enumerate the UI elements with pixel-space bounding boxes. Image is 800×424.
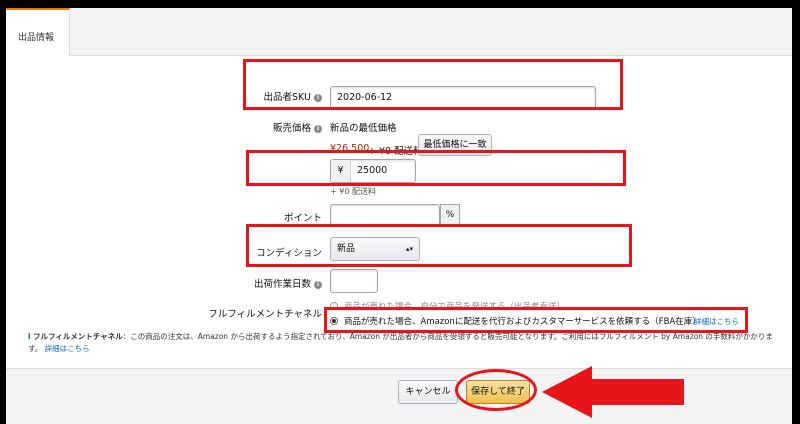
price-label: 販売価格 i	[242, 120, 322, 134]
note-title: フルフィルメントチャネル	[32, 332, 123, 341]
price-shipping-note: + ¥0 配送料	[330, 187, 376, 196]
handling-days-label: 出荷作業日数 i	[230, 276, 322, 290]
note-text: ：この商品の注文は、Amazon から出荷するよう指定されており、Amazon …	[28, 332, 773, 353]
tab-label: 出品情報	[18, 33, 55, 43]
annotation-box-price	[246, 150, 626, 186]
annotation-box-condition	[246, 224, 632, 267]
annotation-box-fba	[324, 307, 748, 333]
fulfillment-label: フルフィルメントチャネル	[208, 309, 322, 320]
fulfillment-note: i フルフィルメントチャネル：この商品の注文は、Amazon から出荷するよう指…	[28, 331, 778, 355]
tab-listing-info[interactable]: 出品情報	[6, 8, 70, 56]
tab-bar: 出品情報	[6, 8, 792, 56]
handling-days-input[interactable]	[330, 269, 378, 293]
annotation-arrow-icon	[542, 366, 684, 418]
note-details-link[interactable]: 詳細はこちら	[45, 344, 90, 353]
point-unit: %	[440, 204, 460, 226]
info-icon[interactable]: i	[314, 125, 322, 133]
info-icon[interactable]: i	[314, 281, 322, 289]
cancel-button[interactable]: キャンセル	[398, 380, 458, 404]
point-input[interactable]	[330, 204, 440, 226]
point-label: ポイント	[283, 213, 322, 224]
annotation-box-sku	[243, 59, 623, 110]
annotation-circle-save	[455, 369, 537, 411]
info-icon: i	[28, 332, 31, 341]
lowest-price-heading: 新品の最低価格	[330, 123, 397, 134]
